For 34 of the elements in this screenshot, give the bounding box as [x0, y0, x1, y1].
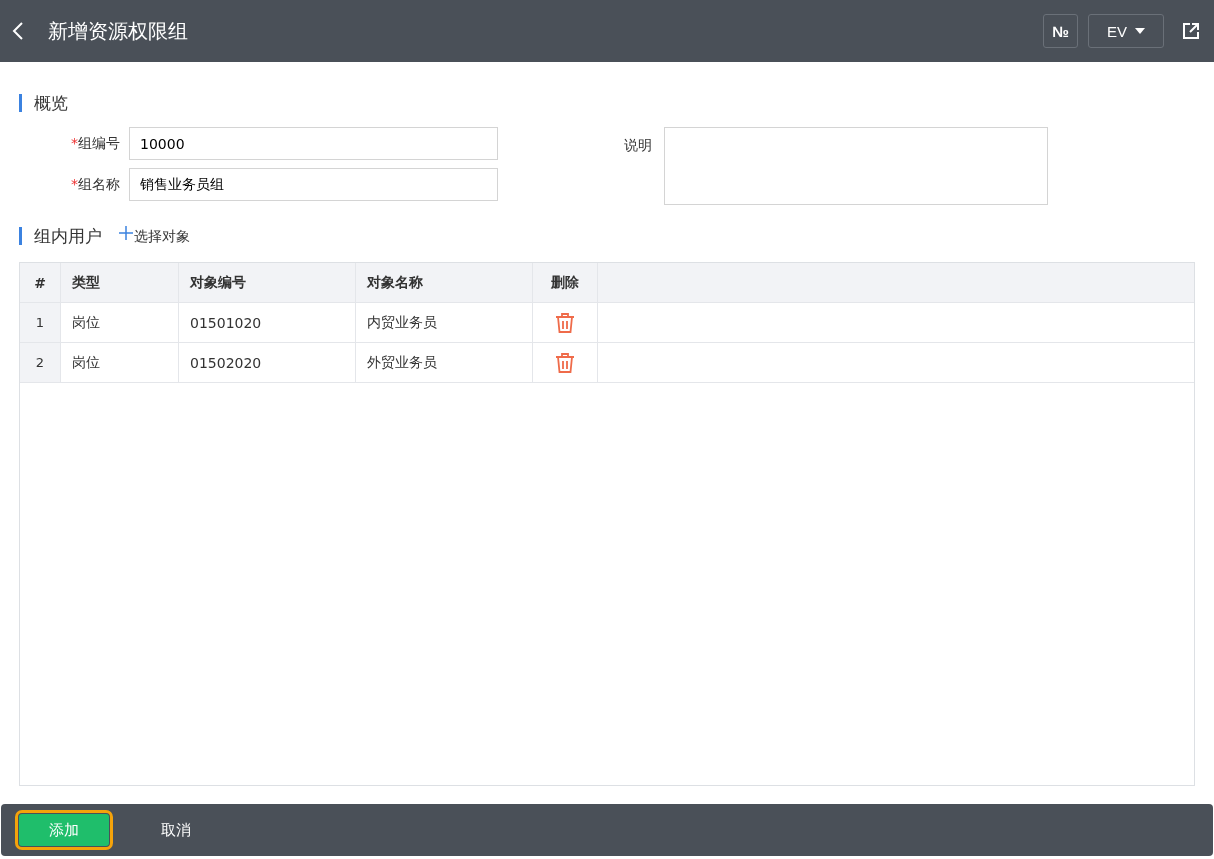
- plus-icon: [118, 225, 134, 241]
- table-cell: 01502020: [179, 343, 356, 382]
- required-mark: *: [71, 134, 78, 153]
- section-title: 组内用户: [19, 226, 102, 245]
- row-number: 2: [20, 343, 61, 382]
- select-object-link[interactable]: 选择对象: [118, 225, 190, 246]
- page-title: 新增资源权限组: [48, 17, 188, 45]
- trash-icon[interactable]: [555, 311, 575, 334]
- column-header: 类型: [61, 263, 179, 302]
- field-label: 组编号: [78, 134, 120, 153]
- required-mark: *: [71, 175, 78, 194]
- row-number: 1: [20, 303, 61, 342]
- table-cell: 01501020: [179, 303, 356, 342]
- language-dropdown[interactable]: EV: [1088, 14, 1164, 48]
- table-cell: 内贸业务员: [356, 303, 533, 342]
- input-field[interactable]: 销售业务员组: [129, 168, 498, 201]
- table-cell: 岗位: [61, 303, 179, 342]
- table-cell: 外贸业务员: [356, 343, 533, 382]
- description-field[interactable]: [664, 127, 1048, 205]
- column-header: #: [20, 263, 61, 302]
- caret-icon: [1135, 28, 1145, 34]
- column-header: 删除: [533, 263, 598, 302]
- column-header: 对象编号: [179, 263, 356, 302]
- section-title: 概览: [19, 94, 68, 112]
- cancel-button[interactable]: 取消: [131, 814, 221, 846]
- table-cell: 岗位: [61, 343, 179, 382]
- external-link-icon[interactable]: [1182, 22, 1200, 40]
- number-button[interactable]: №: [1043, 14, 1078, 48]
- input-field[interactable]: 10000: [129, 127, 498, 160]
- column-header: 对象名称: [356, 263, 533, 302]
- trash-icon[interactable]: [555, 351, 575, 374]
- field-label: 组名称: [78, 175, 120, 194]
- field-label: 说明: [624, 136, 653, 155]
- back-icon[interactable]: [12, 21, 24, 41]
